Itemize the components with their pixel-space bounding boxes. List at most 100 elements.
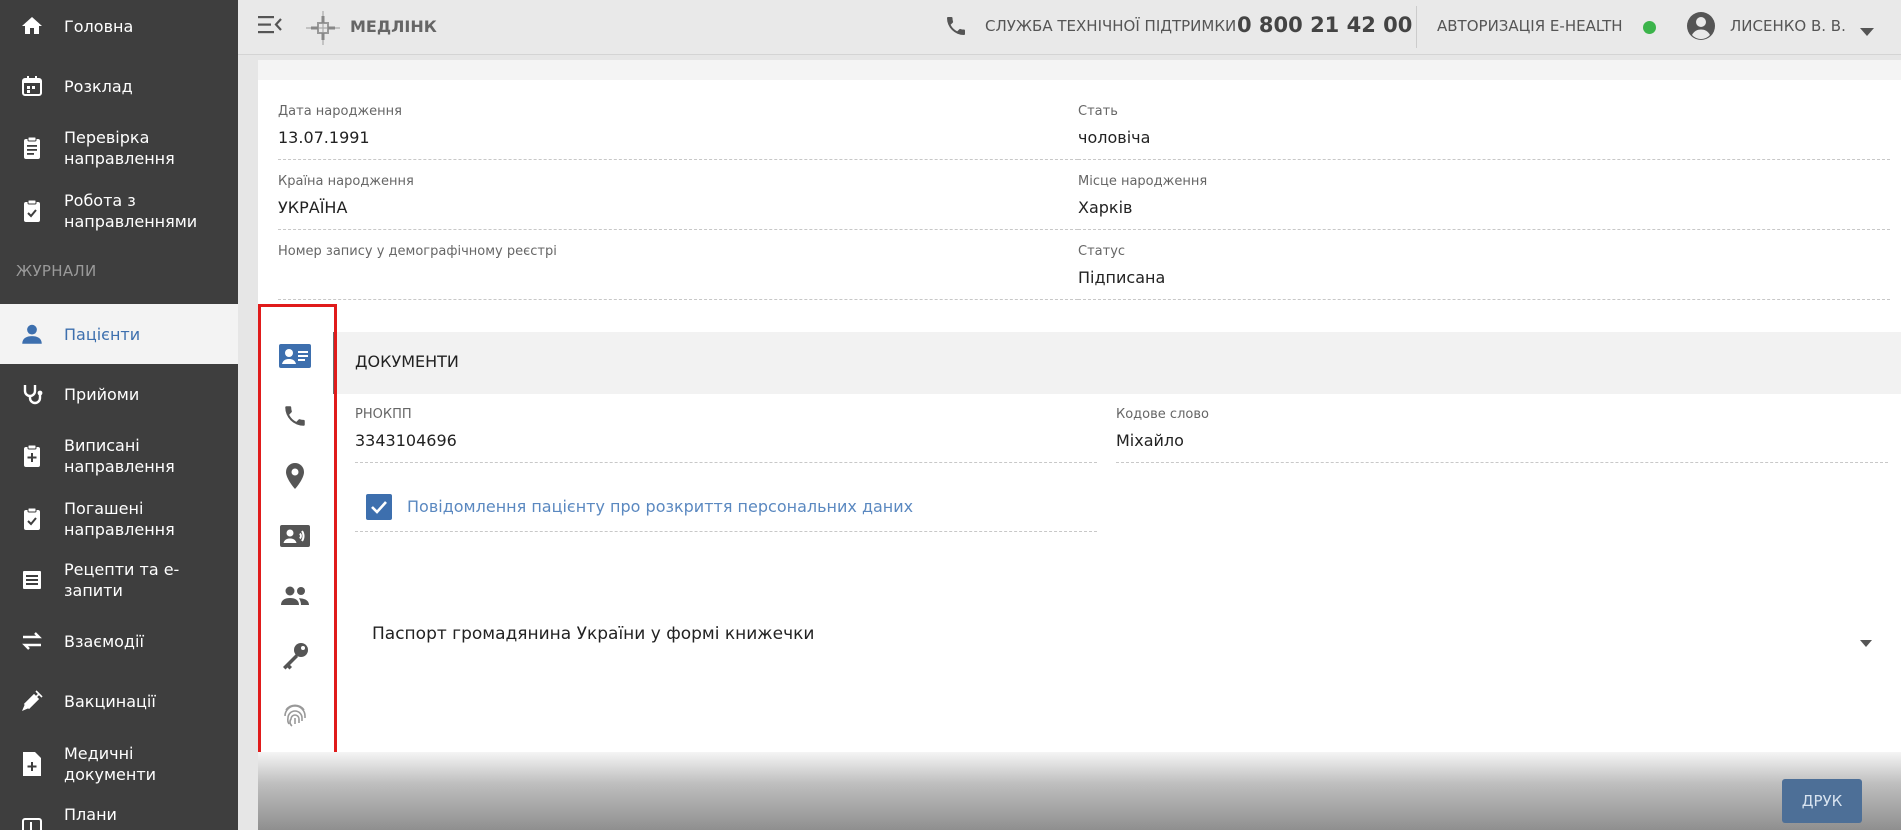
sidebar-item-patients[interactable]: Пацієнти — [0, 304, 238, 364]
sidebar-item-appointments[interactable]: Прийоми — [0, 376, 238, 412]
top-header: МЕДЛІНК СЛУЖБА ТЕХНІЧНОЇ ПІДТРИМКИ 0 800… — [238, 0, 1901, 55]
user-avatar-icon[interactable] — [1686, 11, 1716, 45]
logo-icon — [304, 9, 342, 47]
patient-card: Дата народження 13.07.1991 Стать чоловіч… — [258, 60, 1901, 830]
birth-date-field: Дата народження 13.07.1991 — [278, 104, 1078, 160]
header-divider — [1416, 6, 1417, 48]
chevron-down-icon[interactable] — [1860, 22, 1874, 41]
documents-title: ДОКУМЕНТИ — [355, 352, 459, 371]
person-icon — [18, 320, 46, 348]
document-type-select[interactable]: Паспорт громадянина України у формі книж… — [355, 612, 1880, 662]
sidebar-item-label: Медичні документи — [64, 744, 157, 784]
sidebar-item-label: Прийоми — [64, 384, 140, 404]
sidebar-item-vaccinations[interactable]: Вакцинації — [0, 683, 238, 719]
document-type-value: Паспорт громадянина України у формі книж… — [372, 624, 815, 644]
field-caption: Номер запису у демографічному реєстрі — [278, 244, 557, 259]
user-name[interactable]: ЛИСЕНКО В. В. — [1730, 17, 1846, 35]
checkmark-icon — [371, 501, 387, 514]
field-value: чоловіча — [1078, 128, 1151, 147]
sidebar: Головна Розклад Перевірка направлення Ро… — [0, 0, 238, 830]
field-caption: Дата народження — [278, 104, 402, 119]
sidebar-item-referral-check[interactable]: Перевірка направлення — [0, 124, 238, 172]
tab-contact-card[interactable] — [277, 520, 313, 556]
clipboard-check-icon — [18, 505, 46, 533]
phone-icon — [944, 14, 968, 42]
sidebar-item-referral-work[interactable]: Робота з направленнями — [0, 187, 238, 235]
field-value: УКРАЇНА — [278, 198, 348, 217]
sidebar-item-home[interactable]: Головна — [0, 8, 238, 44]
syringe-icon — [18, 687, 46, 715]
sidebar-item-redeemed-referrals[interactable]: Погашені направлення — [0, 495, 238, 543]
rnokpp-field: РНОКПП 3343104696 — [355, 407, 1097, 463]
contact-card-icon — [279, 524, 311, 552]
sidebar-item-label: Перевірка направлення — [64, 128, 175, 168]
documents-section-header: ДОКУМЕНТИ — [333, 332, 1901, 394]
consent-label[interactable]: Повідомлення пацієнту про розкриття перс… — [407, 497, 913, 516]
sidebar-item-interactions[interactable]: Взаємодії — [0, 623, 238, 659]
id-card-icon — [278, 343, 312, 373]
field-value: 3343104696 — [355, 431, 457, 450]
sidebar-item-issued-referrals[interactable]: Виписані направлення — [0, 432, 238, 480]
tab-biometrics[interactable] — [277, 700, 313, 736]
field-value: Міхайло — [1116, 431, 1184, 450]
field-caption: Країна народження — [278, 174, 414, 189]
calendar-icon — [18, 72, 46, 100]
support-phone[interactable]: 0 800 21 42 00 — [1237, 13, 1412, 37]
plan-icon — [18, 814, 46, 830]
demographic-record-field: Номер запису у демографічному реєстрі — [278, 244, 1078, 300]
sidebar-item-label: Рецепти та е- запити — [64, 560, 180, 600]
location-icon — [284, 462, 306, 494]
field-caption: Статус — [1078, 244, 1126, 259]
key-icon — [280, 642, 310, 674]
sidebar-item-label: Пацієнти — [64, 324, 141, 344]
field-value: Підписана — [1078, 268, 1166, 287]
sidebar-item-label: Плани — [64, 805, 117, 824]
sidebar-item-label: Вакцинації — [64, 691, 156, 711]
consent-row: Повідомлення пацієнту про розкриття перс… — [355, 480, 1097, 532]
field-caption: Стать — [1078, 104, 1118, 119]
status-field: Статус Підписана — [1078, 244, 1890, 300]
print-button[interactable]: ДРУК — [1782, 779, 1862, 823]
tab-address[interactable] — [277, 460, 313, 496]
clipboard-icon — [18, 134, 46, 162]
tab-documents[interactable] — [277, 340, 313, 376]
birth-place-field: Місце народження Харків — [1078, 174, 1890, 230]
ehealth-status-indicator — [1643, 21, 1656, 34]
sidebar-item-label: Виписані направлення — [64, 436, 175, 476]
fingerprint-icon — [282, 702, 308, 734]
clipboard-check-icon — [18, 197, 46, 225]
swap-icon — [18, 627, 46, 655]
ehealth-auth-label[interactable]: АВТОРИЗАЦІЯ E-HEALTH — [1437, 17, 1623, 35]
sidebar-item-schedule[interactable]: Розклад — [0, 68, 238, 104]
sidebar-item-plans[interactable]: Плани — [0, 805, 238, 830]
list-icon — [18, 566, 46, 594]
field-caption: РНОКПП — [355, 407, 412, 422]
tab-relatives[interactable] — [277, 580, 313, 616]
section-accent — [333, 332, 337, 394]
section-label-journals: ЖУРНАЛИ — [16, 262, 97, 280]
code-word-field: Кодове слово Міхайло — [1116, 407, 1888, 463]
sidebar-item-label: Взаємодії — [64, 631, 144, 651]
sidebar-item-label: Розклад — [64, 76, 133, 96]
tab-contacts[interactable] — [277, 400, 313, 436]
support-label: СЛУЖБА ТЕХНІЧНОЇ ПІДТРИМКИ — [985, 17, 1237, 35]
phone-icon — [282, 403, 308, 433]
field-caption: Кодове слово — [1116, 407, 1209, 422]
sex-field: Стать чоловіча — [1078, 104, 1890, 160]
stethoscope-icon — [18, 380, 46, 408]
card-top-strip — [258, 60, 1901, 80]
logo-text: МЕДЛІНК — [350, 17, 437, 36]
document-plus-icon — [18, 750, 46, 778]
sidebar-item-label: Головна — [64, 16, 134, 36]
chevron-down-icon — [1860, 632, 1872, 651]
sidebar-item-medical-documents[interactable]: Медичні документи — [0, 740, 238, 788]
sidebar-item-prescriptions[interactable]: Рецепти та е- запити — [0, 556, 238, 604]
tab-keys[interactable] — [277, 640, 313, 676]
menu-collapse-icon[interactable] — [258, 14, 282, 36]
field-caption: Місце народження — [1078, 174, 1208, 189]
birth-country-field: Країна народження УКРАЇНА — [278, 174, 1078, 230]
clipboard-plus-icon — [18, 442, 46, 470]
consent-checkbox[interactable] — [366, 494, 392, 520]
sidebar-item-label: Погашені направлення — [64, 499, 175, 539]
section-tabs — [258, 332, 333, 820]
